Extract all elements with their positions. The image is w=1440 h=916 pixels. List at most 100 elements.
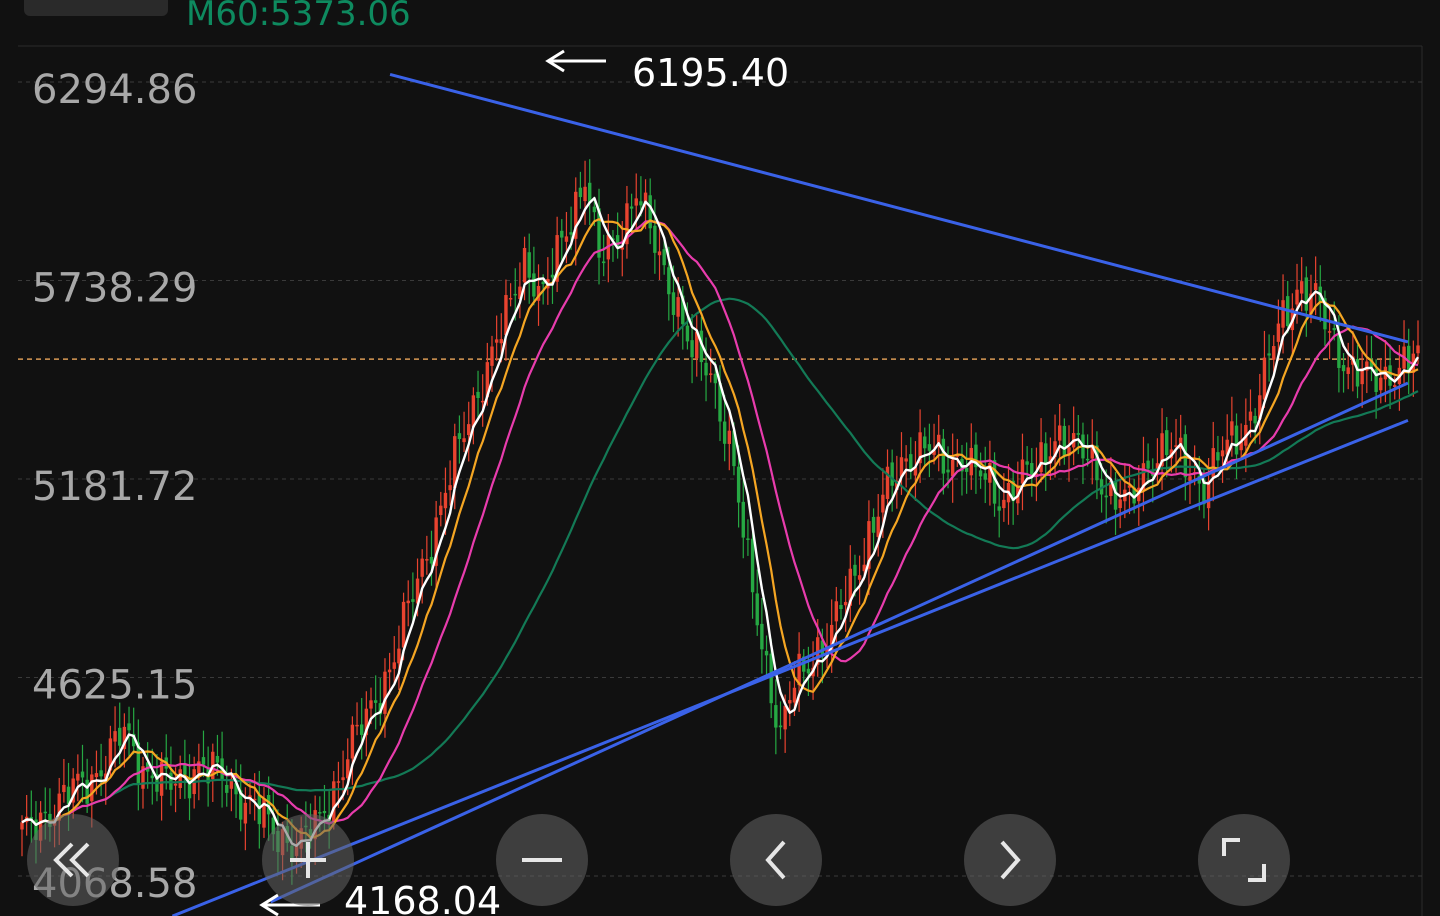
candle-body xyxy=(927,444,932,451)
candle-body xyxy=(392,662,396,669)
candle-body xyxy=(1295,289,1299,305)
candle-body xyxy=(369,700,373,709)
plus-icon xyxy=(290,842,326,878)
candle-body xyxy=(178,769,182,789)
minus-icon xyxy=(522,858,562,862)
candle-body xyxy=(588,182,592,203)
candle-body xyxy=(923,436,927,449)
candle-body xyxy=(713,373,718,384)
candle-body xyxy=(411,599,415,602)
candle-body xyxy=(425,559,429,561)
candle-body xyxy=(457,433,462,440)
candle-body xyxy=(429,556,434,564)
candle-body xyxy=(406,600,410,604)
candle-body xyxy=(783,705,787,730)
y-tick-label: 5181.72 xyxy=(32,464,197,510)
candle-body xyxy=(1030,463,1034,476)
candle-body xyxy=(541,281,545,285)
candle-body xyxy=(778,725,783,728)
candle-body xyxy=(527,252,531,278)
candle-body xyxy=(741,501,745,538)
candle-body xyxy=(480,400,485,403)
candle-body xyxy=(964,467,969,472)
candle-body xyxy=(727,430,732,444)
candle-body xyxy=(443,492,448,509)
candle-body xyxy=(336,781,341,783)
y-tick-label: 6294.86 xyxy=(32,67,197,113)
candle-body xyxy=(350,724,355,759)
candle-body xyxy=(1253,415,1257,424)
candle-body xyxy=(946,469,950,473)
candle-body xyxy=(383,671,387,714)
candle-body xyxy=(1248,411,1253,421)
candle-body xyxy=(1346,367,1350,374)
candle-body xyxy=(1299,281,1304,294)
low-price-annotation: 4168.04 xyxy=(344,879,501,916)
candle-body xyxy=(736,466,741,503)
candle-body xyxy=(113,731,117,742)
zoom-out-button[interactable] xyxy=(496,814,588,906)
candle-body xyxy=(834,601,839,622)
candle-body xyxy=(504,295,508,336)
candle-body xyxy=(173,783,178,786)
candle-body xyxy=(1057,425,1062,441)
chevron-left-icon xyxy=(765,840,786,880)
zoom-in-button[interactable] xyxy=(262,814,354,906)
candle-body xyxy=(118,727,122,746)
candle-body xyxy=(1276,323,1281,342)
candle-body xyxy=(1104,495,1108,498)
candle-body xyxy=(1234,425,1239,455)
fullscreen-icon xyxy=(1222,838,1266,882)
candle-body xyxy=(881,494,885,513)
candle-body xyxy=(592,206,597,213)
candle-body xyxy=(1393,385,1397,387)
candle-body xyxy=(1118,499,1122,509)
candle-body xyxy=(983,473,987,480)
candle-body xyxy=(215,755,220,763)
candle-body xyxy=(1220,450,1225,457)
candle-body xyxy=(941,438,946,474)
candle-body xyxy=(20,822,24,830)
candle-body xyxy=(373,700,378,703)
candle-body xyxy=(355,724,359,727)
fullscreen-button[interactable] xyxy=(1198,814,1290,906)
candle-body xyxy=(476,391,480,399)
candle-body xyxy=(90,774,94,802)
candle-body xyxy=(322,810,327,814)
candle-body xyxy=(885,466,890,499)
candle-body xyxy=(769,653,773,704)
candle-body xyxy=(1304,277,1309,311)
candle-body xyxy=(1272,346,1276,360)
price-chart[interactable]: 6294.865738.295181.724625.154068.586195.… xyxy=(0,0,1440,916)
y-tick-label: 5738.29 xyxy=(32,266,197,312)
candle-body xyxy=(513,293,517,296)
candle-body xyxy=(653,225,657,253)
candle-body xyxy=(532,273,536,297)
scroll-left-button[interactable] xyxy=(730,814,822,906)
candle-body xyxy=(127,723,131,731)
candle-body xyxy=(978,470,983,477)
candle-body xyxy=(94,773,99,778)
candle-body xyxy=(634,198,638,206)
candle-body xyxy=(197,761,201,774)
candle-body xyxy=(685,325,690,342)
high-price-annotation: 6195.40 xyxy=(632,51,789,95)
candle-body xyxy=(583,186,587,202)
candle-body xyxy=(569,232,573,235)
candle-body xyxy=(671,292,676,315)
candle-body xyxy=(657,251,662,256)
candle-body xyxy=(667,267,671,295)
candle-body xyxy=(997,506,1001,511)
candle-body xyxy=(341,777,345,781)
candle-body xyxy=(1020,459,1025,484)
candle-body xyxy=(1379,377,1383,391)
candle-body xyxy=(80,771,85,778)
rewind-button[interactable] xyxy=(27,814,119,906)
candle-body xyxy=(257,795,262,825)
scroll-right-button[interactable] xyxy=(964,814,1056,906)
candle-body xyxy=(774,705,778,728)
candle-body xyxy=(648,195,652,229)
candle-body xyxy=(1341,365,1346,372)
candle-body xyxy=(225,784,229,793)
candle-body xyxy=(1025,461,1029,465)
